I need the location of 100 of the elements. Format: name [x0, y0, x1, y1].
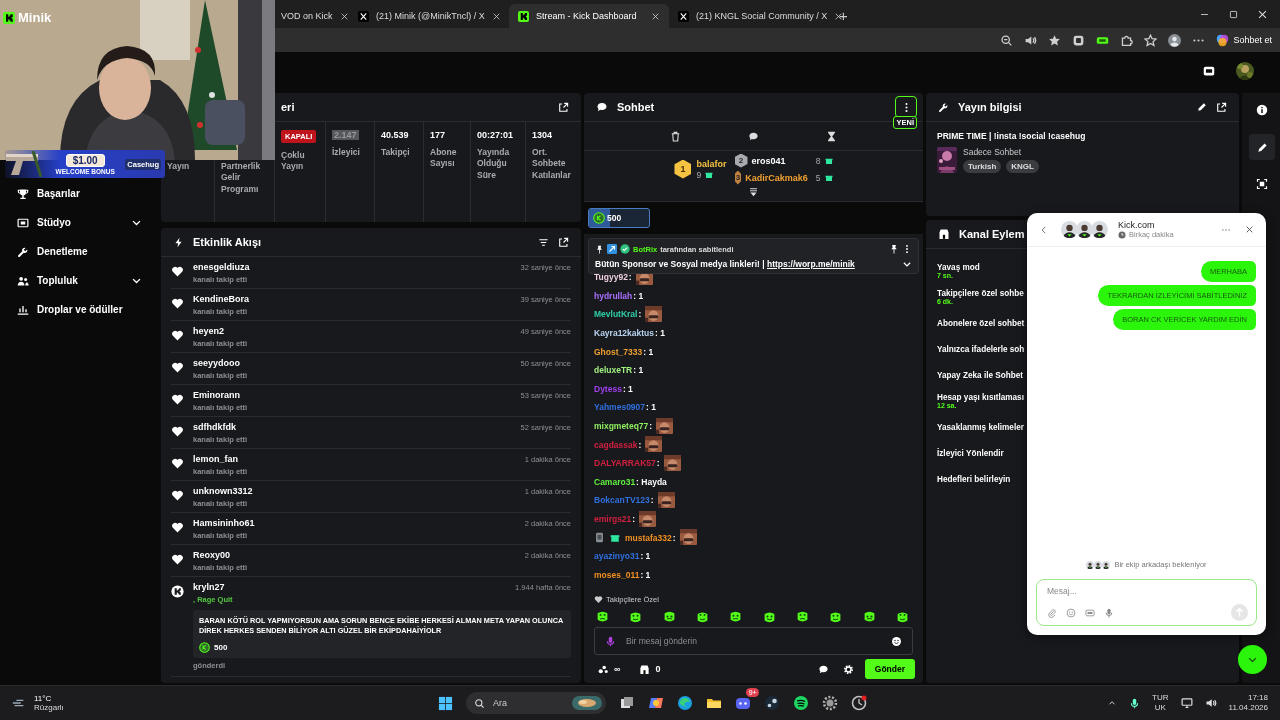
browser-tab[interactable]: Stream - Kick Dashboard — [509, 4, 669, 28]
stat-value: 40.539 — [381, 130, 409, 140]
message-text: : — [656, 458, 660, 469]
weather-text: Rüzgarlı — [34, 703, 64, 712]
send-button[interactable]: Gönder — [864, 659, 915, 679]
message-text: : 1 — [633, 365, 644, 376]
chat-username[interactable]: hydrullah — [594, 290, 633, 301]
store-count: 0 — [655, 664, 661, 674]
stat-label: Ort. Sohbete Katılanlar — [532, 147, 572, 182]
chat-username[interactable]: Kayra12kaktus — [594, 328, 654, 339]
browser-tab[interactable]: VOD on Kick — [277, 4, 349, 28]
username: Hamsininho61 — [193, 517, 256, 530]
new-tab-button[interactable]: + — [833, 7, 854, 24]
sidebar-item[interactable]: Başarılar — [0, 179, 158, 208]
setting-label: Yapay Zeka ile Sohbet — [937, 370, 1023, 380]
bonus-amount: $1.00 — [65, 153, 105, 167]
chat-username[interactable]: Tugyy92 — [594, 272, 628, 283]
stat-value: 177 — [430, 130, 446, 140]
setting-label: Hesap yaşı kısıtlaması — [937, 393, 1024, 402]
gift-count: 5 — [815, 172, 821, 183]
rank-badge: 2 — [734, 153, 748, 168]
sidebar-item[interactable]: Denetleme — [0, 237, 158, 266]
stat-value: 2.147 — [332, 130, 359, 140]
setting-label: İzleyici Yönlendir — [937, 448, 1004, 458]
username: enesgeldiuza — [193, 261, 251, 274]
message-text: : — [649, 421, 653, 432]
chat-username[interactable]: mixgmeteq77 — [594, 421, 649, 432]
message-input[interactable]: Bir mesaj gönderin — [626, 636, 881, 646]
stat-label: İzleyici — [332, 147, 360, 159]
chat-username[interactable]: Camaro31 — [594, 476, 636, 487]
username: seeyydooo — [193, 357, 242, 370]
message-text: : — [672, 532, 676, 543]
message-text: : — [638, 439, 642, 450]
link[interactable]: https://worp.me/minik — [766, 259, 855, 269]
date[interactable]: 11.04.2026 — [1228, 703, 1268, 713]
setting-label: Takipçilere özel sohbe — [937, 289, 1024, 298]
chat-username[interactable]: BokcanTV123 — [594, 495, 650, 506]
composer-box[interactable]: Bir mesaj gönderin — [594, 627, 913, 655]
tag[interactable]: Turkish — [963, 160, 1002, 173]
assistant-button[interactable]: Sohbet et — [1216, 33, 1272, 47]
search-field[interactable]: Ara — [466, 692, 606, 714]
stat-label: Abone Sayısı — [430, 147, 458, 170]
username: KendineBora — [193, 293, 250, 306]
keyboard-layout[interactable]: UK — [1152, 703, 1169, 713]
channel-logo-text: Minik — [18, 10, 52, 25]
message-text: : 1 — [640, 569, 651, 580]
points-count: ∞ — [614, 664, 621, 674]
username: Eminorann — [193, 389, 241, 402]
message-text: : — [650, 495, 654, 506]
username: sdfhdkfdk — [193, 421, 237, 434]
username: heyen2 — [193, 325, 226, 338]
message-text: : Hayda — [636, 476, 667, 487]
stat-value: 1304 — [532, 130, 553, 140]
chat-username[interactable]: Dytess — [594, 383, 622, 394]
sidebar-item[interactable]: Topluluk — [0, 266, 158, 295]
language[interactable]: TUR — [1152, 693, 1169, 703]
chat-username[interactable]: moses_011 — [594, 569, 640, 580]
message-text: : 1 — [643, 346, 654, 357]
stat-label: Çoklu Yayın — [281, 150, 306, 173]
stat-value: 00:27:01 — [477, 130, 514, 140]
browser-tab[interactable]: (21) KNGL Social Community / X — [669, 4, 829, 28]
message-text: : — [638, 309, 642, 320]
stat-label: Takipçi — [381, 147, 410, 159]
panel-title: Kanal Eylem — [959, 228, 1025, 240]
time[interactable]: 17:18 — [1228, 693, 1268, 703]
stat-label: Partnerlik Gelir Programı — [221, 161, 262, 196]
chat-username[interactable]: ayazinyo31 — [594, 551, 640, 562]
chat-username[interactable]: MevlutKral — [594, 309, 638, 320]
username: lemon_fan — [193, 453, 239, 466]
message-text: : 1 — [633, 290, 644, 301]
message-text: : 1 — [646, 402, 656, 413]
tag[interactable]: KNGL — [1006, 160, 1039, 173]
sidebar-item[interactable]: Droplar ve ödüller — [0, 295, 158, 324]
username: KadirCakmak6 — [745, 172, 808, 183]
message-text: : — [628, 272, 632, 283]
pinned-message: Bütün Sponsor ve Sosyal medya linkleri! | https://worp.me/minik — [595, 259, 855, 269]
panel-title: Sohbet — [617, 101, 656, 113]
chat-username[interactable]: Yahmes0907 — [594, 402, 646, 413]
browser-tab[interactable]: (21) Minik (@MinikTncl) / X — [349, 4, 509, 28]
chat-username[interactable]: deluxeTR — [594, 365, 633, 376]
gift-count: 9 — [696, 169, 702, 180]
category-name: Sadece Sohbet — [963, 147, 1023, 157]
gift-count: 8 — [815, 155, 821, 166]
chat-username[interactable]: mustafa332 — [625, 532, 672, 543]
message-input[interactable]: Mesaj... — [1047, 586, 1248, 596]
username: Reoxy00 — [193, 549, 232, 562]
setting-label: Hedefleri belirleyin — [937, 474, 1011, 484]
chat-name: Kick.com — [1118, 220, 1156, 230]
setting-label: Yasaklanmış kelimeler — [937, 422, 1024, 432]
username: eros041 — [751, 155, 786, 166]
message-text: : — [632, 514, 636, 524]
setting-label: Yalnızca ifadelerle soh — [937, 344, 1025, 354]
stat-label: Yayında Olduğu Süre — [477, 147, 511, 182]
sidebar-item[interactable]: Stüdyo — [0, 208, 158, 237]
rank-badge: 1 — [674, 159, 692, 179]
username: kryln27 — [193, 581, 226, 594]
message-text: : 1 — [622, 383, 633, 394]
chat-username[interactable]: Ghost_7333 — [594, 346, 643, 357]
amount: 500 — [214, 643, 228, 652]
stat-label: Yayın — [167, 161, 190, 173]
